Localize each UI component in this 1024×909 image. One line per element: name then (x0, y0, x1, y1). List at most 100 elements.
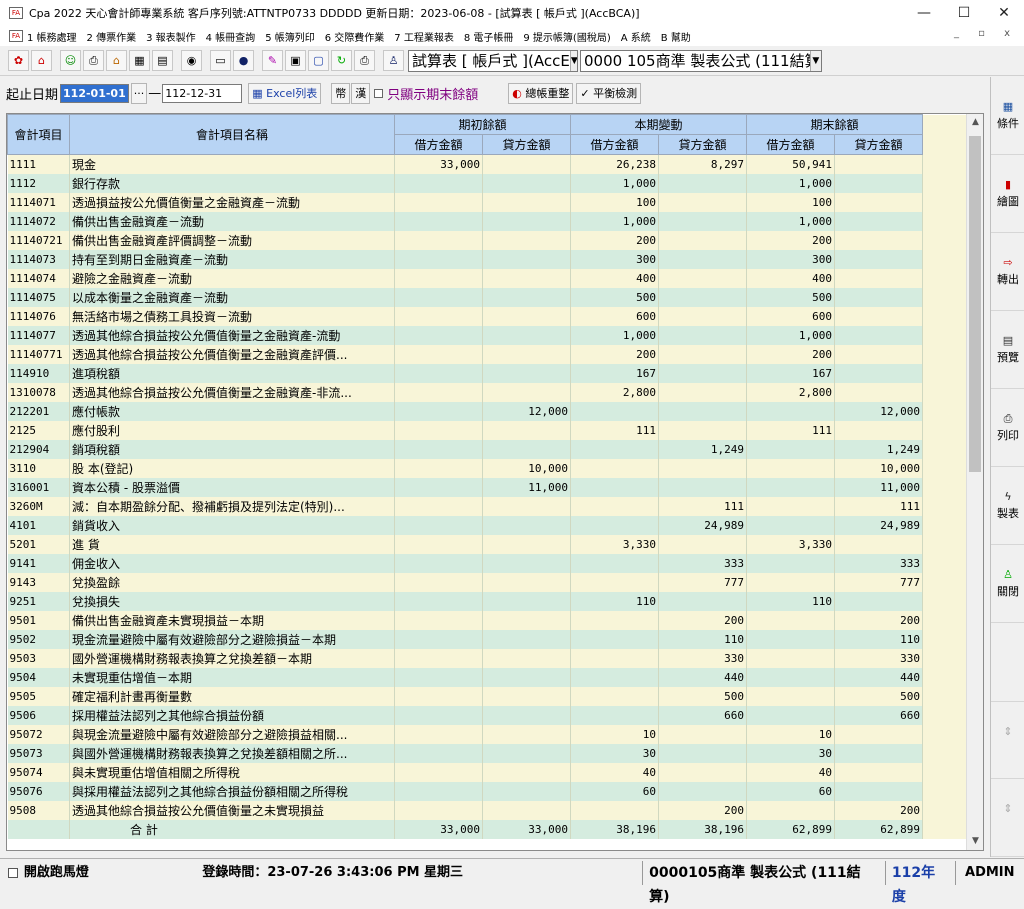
table-row[interactable]: 9504 未實現重估增值－本期 440 440 (7, 667, 968, 687)
cell-opening-credit[interactable] (482, 800, 571, 820)
cell-account-code[interactable]: 11140721 (7, 230, 70, 250)
cell-opening-credit[interactable] (482, 572, 571, 592)
cell-closing-credit[interactable] (834, 420, 923, 440)
table-row[interactable]: 212904 銷項稅額 1,249 1,249 (7, 439, 968, 459)
cell-current-debit[interactable]: 40 (570, 762, 659, 782)
cell-opening-credit[interactable] (482, 173, 571, 193)
menu-item[interactable]: 2 傳票作業 (87, 29, 137, 44)
cell-opening-credit[interactable] (482, 667, 571, 687)
cell-closing-credit[interactable] (834, 781, 923, 801)
cell-opening-credit[interactable] (482, 591, 571, 611)
cell-account-code[interactable]: 9503 (7, 648, 70, 668)
people-icon[interactable]: ☺ (60, 50, 81, 71)
cell-account-code[interactable]: 9504 (7, 667, 70, 687)
cell-account-name[interactable]: 兌換損失 (69, 591, 395, 611)
cell-opening-debit[interactable] (394, 591, 483, 611)
cell-closing-credit[interactable]: 111 (834, 496, 923, 516)
cell-closing-credit[interactable]: 440 (834, 667, 923, 687)
cell-closing-credit[interactable]: 200 (834, 610, 923, 630)
cell-current-debit[interactable]: 1,000 (570, 325, 659, 345)
house-icon[interactable]: ⌂ (31, 50, 52, 71)
cell-opening-debit[interactable] (394, 610, 483, 630)
cell-opening-credit[interactable] (482, 306, 571, 326)
cell-current-debit[interactable] (570, 401, 659, 421)
cell-account-code[interactable]: 1114073 (7, 249, 70, 269)
col-header-current-credit[interactable]: 貸方金額 (658, 134, 747, 155)
cell-account-name[interactable]: 確定福利計畫再衡量數 (69, 686, 395, 706)
cell-current-credit[interactable] (658, 762, 747, 782)
table-row[interactable]: 1114073 持有至到期日金融資產－流動 300 300 (7, 249, 968, 269)
recalc-ledger-button[interactable]: ◐ 總帳重整 (508, 82, 574, 104)
cell-account-code[interactable]: 1114075 (7, 287, 70, 307)
cell-current-debit[interactable]: 26,238 (570, 154, 659, 174)
cell-closing-debit[interactable] (746, 648, 835, 668)
table-row[interactable]: 9506 採用權益法認列之其他綜合損益份額 660 660 (7, 705, 968, 725)
cell-current-debit[interactable]: 30 (570, 743, 659, 763)
marquee-checkbox[interactable] (8, 867, 18, 878)
cell-opening-debit[interactable] (394, 363, 483, 383)
table-row[interactable]: 5201 進 貨 3,330 3,330 (7, 534, 968, 554)
menu-item[interactable]: 5 帳簿列印 (265, 29, 315, 44)
print-button[interactable]: ⎙ 列印 (991, 389, 1024, 467)
cell-closing-debit[interactable]: 167 (746, 363, 835, 383)
cell-current-debit[interactable]: 600 (570, 306, 659, 326)
cell-opening-credit[interactable]: 12,000 (482, 401, 571, 421)
cell-account-code[interactable]: 9502 (7, 629, 70, 649)
cell-closing-credit[interactable] (834, 762, 923, 782)
cell-closing-debit[interactable] (746, 515, 835, 535)
cell-closing-debit[interactable] (746, 686, 835, 706)
end-date-input[interactable]: 112-12-31 (162, 83, 243, 103)
cell-closing-debit[interactable] (746, 705, 835, 725)
col-header-closing-debit[interactable]: 借方金額 (746, 134, 835, 155)
cell-account-code[interactable]: 1111 (7, 154, 70, 174)
start-date-input[interactable]: 112-01-01 (60, 83, 129, 103)
cell-current-debit[interactable]: 1,000 (570, 211, 659, 231)
cell-closing-debit[interactable]: 200 (746, 344, 835, 364)
menu-item[interactable]: 9 提示帳簿(國稅局) (523, 29, 610, 44)
cell-current-debit[interactable] (570, 610, 659, 630)
home-icon[interactable]: ⌂ (106, 50, 127, 71)
cell-opening-debit[interactable] (394, 534, 483, 554)
cell-opening-credit[interactable] (482, 211, 571, 231)
cell-opening-debit[interactable] (394, 553, 483, 573)
cell-account-code[interactable]: 1114071 (7, 192, 70, 212)
table-row[interactable]: 1114074 避險之金融資產－流動 400 400 (7, 268, 968, 288)
company-combo[interactable]: 0000 105商準 製表公式 (111結算) ▼ (580, 49, 822, 72)
cell-account-code[interactable]: 316001 (7, 477, 70, 497)
cell-closing-debit[interactable] (746, 439, 835, 459)
cell-current-debit[interactable] (570, 496, 659, 516)
cell-opening-credit[interactable] (482, 515, 571, 535)
cell-account-code[interactable]: 95074 (7, 762, 70, 782)
cell-closing-credit[interactable]: 12,000 (834, 401, 923, 421)
cell-account-code[interactable]: 95073 (7, 743, 70, 763)
maximize-button[interactable]: ☐ (944, 5, 984, 21)
col-header-opening-credit[interactable]: 貸方金額 (482, 134, 571, 155)
mdi-controls[interactable]: _ ▫ x (954, 28, 1018, 39)
cell-account-code[interactable]: 9251 (7, 591, 70, 611)
cell-account-name[interactable]: 進項稅額 (69, 363, 395, 383)
table-row[interactable]: 2125 應付股利 111 111 (7, 420, 968, 440)
cell-opening-credit[interactable] (482, 382, 571, 402)
cell-closing-credit[interactable] (834, 249, 923, 269)
close-button[interactable]: ✕ (984, 5, 1024, 21)
cell-opening-credit[interactable] (482, 496, 571, 516)
cell-current-credit[interactable] (658, 287, 747, 307)
cell-opening-credit[interactable] (482, 154, 571, 174)
cell-closing-credit[interactable] (834, 173, 923, 193)
table-row[interactable]: 95076 與採用權益法認列之其他綜合損益份額相關之所得稅 60 60 (7, 781, 968, 801)
cell-opening-credit[interactable] (482, 610, 571, 630)
table-row[interactable]: 9505 確定福利計畫再衡量數 500 500 (7, 686, 968, 706)
cell-account-code[interactable]: 95072 (7, 724, 70, 744)
menu-item[interactable]: 8 電子帳冊 (464, 29, 514, 44)
cell-account-code[interactable]: 9143 (7, 572, 70, 592)
cell-account-name[interactable]: 備供出售金融資產未實現損益－本期 (69, 610, 395, 630)
cell-account-name[interactable]: 減：自本期盈餘分配、撥補虧損及提列法定(特別)... (69, 496, 395, 516)
cell-closing-debit[interactable]: 100 (746, 192, 835, 212)
table-row[interactable]: 1310078 透過其他綜合損益按公允價值衡量之金融資產-非流... 2,800 2,… (7, 382, 968, 402)
generate-button[interactable]: ϟ 製表 (991, 467, 1024, 545)
cell-account-name[interactable]: 採用權益法認列之其他綜合損益份額 (69, 705, 395, 725)
cell-current-debit[interactable] (570, 686, 659, 706)
cell-current-credit[interactable] (658, 477, 747, 497)
cell-current-debit[interactable]: 500 (570, 287, 659, 307)
cell-closing-credit[interactable] (834, 325, 923, 345)
